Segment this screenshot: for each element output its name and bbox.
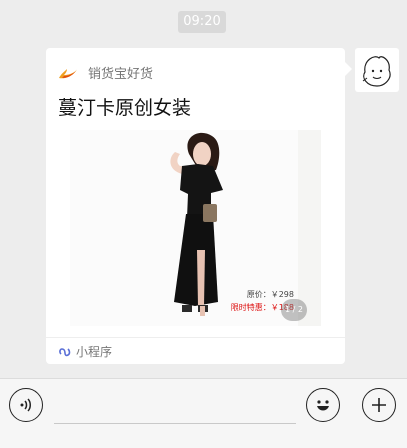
message-input[interactable] <box>54 423 296 424</box>
voice-button[interactable] <box>9 388 43 422</box>
timestamp: 09:20 <box>178 11 226 33</box>
plus-icon <box>372 398 386 412</box>
emoji-button[interactable] <box>306 388 340 422</box>
product-image[interactable]: 原价：￥298 限时特惠：￥188 1 / 2 <box>70 130 321 326</box>
card-footer: 小程序 <box>46 337 345 364</box>
miniprogram-card[interactable]: 销货宝好货 蔓汀卡原创女装 原价：￥298 限时特惠：￥188 1 / 2 小程… <box>46 48 352 364</box>
plus-button[interactable] <box>362 388 396 422</box>
meme-face-avatar <box>362 56 391 87</box>
card-header: 销货宝好货 <box>58 63 153 82</box>
flame-logo-icon <box>59 67 78 78</box>
card-title: 蔓汀卡原创女装 <box>58 97 192 119</box>
voice-icon <box>20 398 31 412</box>
original-price: 原价：￥298 <box>246 290 294 299</box>
app-name: 销货宝好货 <box>88 67 154 82</box>
page-indicator: 1 / 2 <box>281 299 307 321</box>
emoji-icon <box>317 400 329 411</box>
input-toolbar <box>0 378 407 448</box>
miniprogram-label: 小程序 <box>76 344 113 359</box>
miniprogram-icon <box>59 348 71 357</box>
avatar[interactable] <box>355 48 399 92</box>
